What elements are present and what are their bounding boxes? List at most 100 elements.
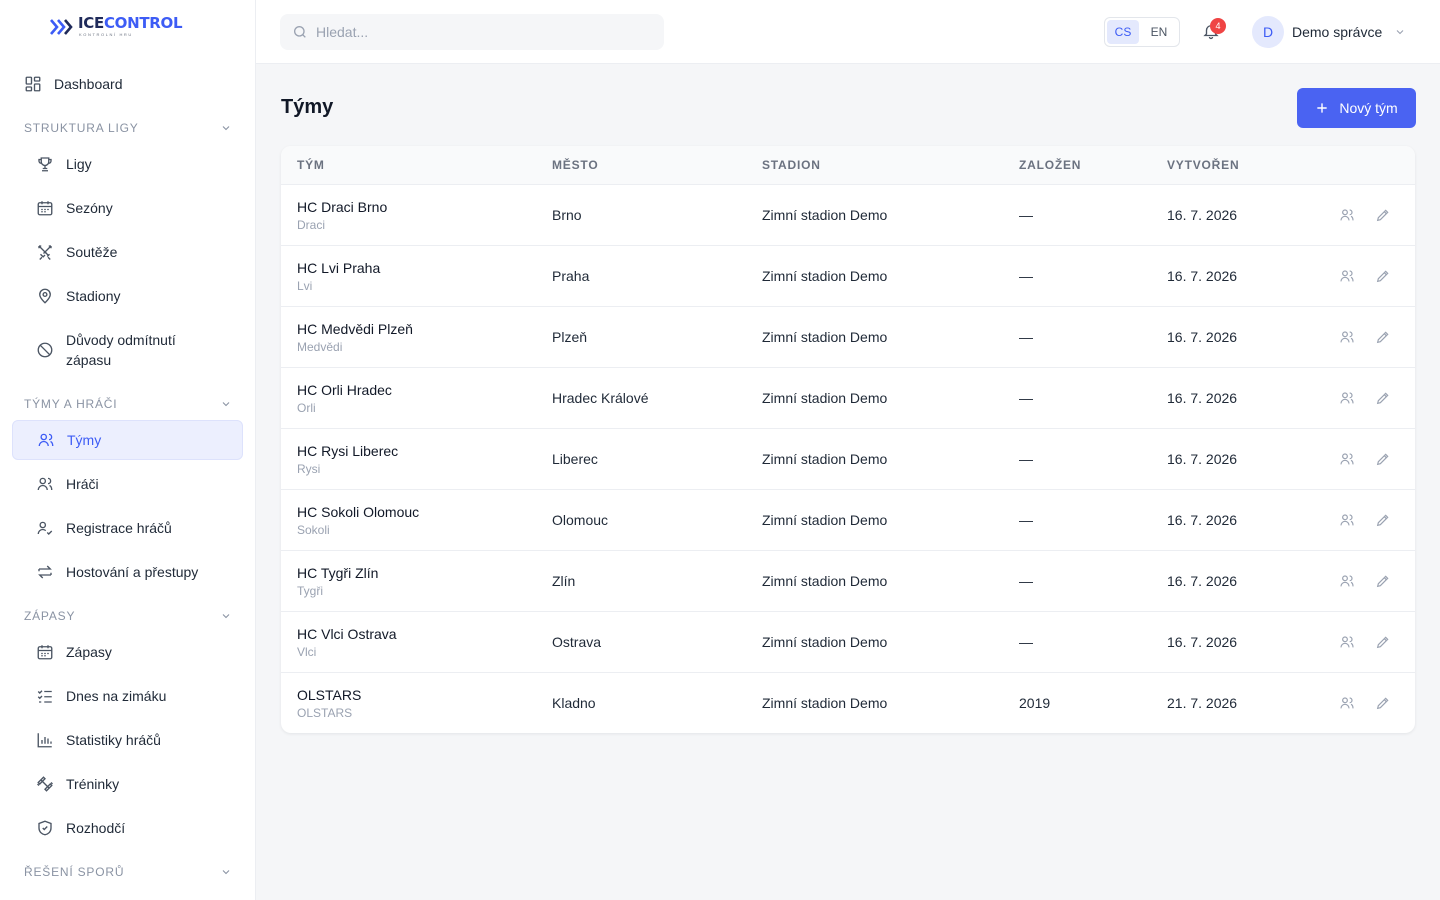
users-icon <box>1339 453 1355 470</box>
table-row[interactable]: HC Lvi Praha Lvi Praha Zimní stadion Demo — 1… <box>281 245 1415 306</box>
table-row[interactable]: HC Sokoli Olomouc Sokoli Olomouc Zimní stad… <box>281 489 1415 550</box>
roster-button[interactable] <box>1339 390 1355 406</box>
sidebar-item-duvody-odmitnuti[interactable]: Důvody odmítnutí zápasu <box>12 324 243 376</box>
team-name[interactable]: HC Orli Hradec <box>297 382 392 398</box>
section-tymy-a-hraci[interactable]: TÝMY A HRÁČI <box>24 394 232 414</box>
column-header-city[interactable]: MĚSTO <box>552 158 598 172</box>
team-name[interactable]: HC Sokoli Olomouc <box>297 504 419 520</box>
team-city: Zlín <box>552 573 576 589</box>
notification-badge: 4 <box>1210 18 1226 34</box>
team-short-name: Tygři <box>297 584 324 598</box>
table-row[interactable]: OLSTARS OLSTARS Kladno Zimní stadion Demo 20… <box>281 672 1415 733</box>
sidebar-item-zapasy[interactable]: Zápasy <box>12 632 243 672</box>
sidebar-item-label: Sezóny <box>66 200 113 216</box>
team-founded: — <box>1019 390 1033 406</box>
user-menu[interactable]: D Demo správce <box>1252 16 1406 48</box>
edit-button[interactable] <box>1375 390 1391 406</box>
edit-button[interactable] <box>1375 573 1391 589</box>
new-team-button[interactable]: Nový tým <box>1297 88 1416 128</box>
edit-button[interactable] <box>1375 451 1391 467</box>
search-input[interactable] <box>316 24 646 40</box>
section-struktura-ligy[interactable]: STRUKTURA LIGY <box>24 118 232 138</box>
roster-button[interactable] <box>1339 329 1355 345</box>
edit-button[interactable] <box>1375 207 1391 223</box>
edit-button[interactable] <box>1375 695 1391 711</box>
sidebar-item-dashboard[interactable]: Dashboard <box>12 64 243 104</box>
users-icon <box>1339 331 1355 348</box>
users-icon <box>1339 392 1355 409</box>
sidebar-item-dnes-na-zimaku[interactable]: Dnes na zimáku <box>12 676 243 716</box>
column-header-stadium[interactable]: STADION <box>762 158 821 172</box>
table-row[interactable]: HC Medvědi Plzeň Medvědi Plzeň Zimní stadio… <box>281 306 1415 367</box>
sidebar-item-hostovani[interactable]: Hostování a přestupy <box>12 552 243 592</box>
team-name[interactable]: HC Vlci Ostrava <box>297 626 397 642</box>
team-created: 21. 7. 2026 <box>1167 695 1238 711</box>
lang-option-cs[interactable]: CS <box>1107 20 1139 44</box>
section-zapasy[interactable]: ZÁPASY <box>24 606 232 626</box>
sidebar-item-stadiony[interactable]: Stadiony <box>12 276 243 316</box>
team-created: 16. 7. 2026 <box>1167 634 1238 650</box>
team-name[interactable]: HC Rysi Liberec <box>297 443 398 459</box>
table-row[interactable]: HC Rysi Liberec Rysi Liberec Zimní stadion … <box>281 428 1415 489</box>
user-name: Demo správce <box>1292 24 1383 40</box>
sidebar-item-sezony[interactable]: Sezóny <box>12 188 243 228</box>
team-name[interactable]: HC Draci Brno <box>297 199 387 215</box>
column-header-created[interactable]: VYTVOŘEN <box>1167 158 1239 172</box>
search-box[interactable] <box>280 14 664 50</box>
team-city: Hradec Králové <box>552 390 649 406</box>
logo-text-ice: ICE <box>78 14 104 32</box>
sidebar-item-hraci[interactable]: Hráči <box>12 464 243 504</box>
edit-button[interactable] <box>1375 268 1391 284</box>
chevron-down-icon <box>222 614 230 619</box>
team-stadium: Zimní stadion Demo <box>762 390 888 406</box>
chevron-down-icon <box>222 870 230 875</box>
section-reseni-sporu[interactable]: ŘEŠENÍ SPORŮ <box>24 862 232 882</box>
users-icon <box>1339 209 1355 226</box>
table-row[interactable]: HC Draci Brno Draci Brno Zimní stadion Demo… <box>281 184 1415 245</box>
lang-option-en[interactable]: EN <box>1143 20 1175 44</box>
sidebar-item-rozhodci[interactable]: Rozhodčí <box>12 808 243 848</box>
edit-button[interactable] <box>1375 329 1391 345</box>
column-header-team[interactable]: TÝM <box>297 158 325 172</box>
edit-button[interactable] <box>1375 512 1391 528</box>
team-name[interactable]: HC Tygři Zlín <box>297 565 378 581</box>
roster-button[interactable] <box>1339 573 1355 589</box>
sidebar-item-tymy[interactable]: Týmy <box>12 420 243 460</box>
team-city: Kladno <box>552 695 596 711</box>
shield-check-icon <box>36 819 54 837</box>
plus-icon <box>1317 103 1327 113</box>
sidebar-item-label: Rozhodčí <box>66 820 126 836</box>
pencil-icon <box>1375 270 1391 287</box>
team-name[interactable]: HC Lvi Praha <box>297 260 380 276</box>
roster-button[interactable] <box>1339 451 1355 467</box>
edit-button[interactable] <box>1375 634 1391 650</box>
roster-button[interactable] <box>1339 512 1355 528</box>
team-created: 16. 7. 2026 <box>1167 451 1238 467</box>
roster-button[interactable] <box>1339 268 1355 284</box>
roster-button[interactable] <box>1339 695 1355 711</box>
team-founded: — <box>1019 451 1033 467</box>
roster-button[interactable] <box>1339 207 1355 223</box>
team-name[interactable]: HC Medvědi Plzeň <box>297 321 413 337</box>
table-row[interactable]: HC Tygři Zlín Tygři Zlín Zimní stadion Demo… <box>281 550 1415 611</box>
sidebar-item-ligy[interactable]: Ligy <box>12 144 243 184</box>
team-short-name: Vlci <box>297 645 317 659</box>
users-icon <box>1339 697 1355 714</box>
team-founded: — <box>1019 573 1033 589</box>
logo[interactable]: ICECONTROL KONTROLNÍ HRU <box>50 14 183 37</box>
team-name[interactable]: OLSTARS <box>297 687 361 703</box>
sidebar-item-label: Zápasy <box>66 644 112 660</box>
column-header-founded[interactable]: ZALOŽEN <box>1019 158 1081 172</box>
sidebar-item-souteze[interactable]: Soutěže <box>12 232 243 272</box>
table-row[interactable]: HC Vlci Ostrava Vlci Ostrava Zimní stadion … <box>281 611 1415 672</box>
team-short-name: Orli <box>297 401 316 415</box>
roster-button[interactable] <box>1339 634 1355 650</box>
sidebar-item-registrace-hracu[interactable]: Registrace hráčů <box>12 508 243 548</box>
team-founded: — <box>1019 329 1033 345</box>
team-stadium: Zimní stadion Demo <box>762 512 888 528</box>
team-created: 16. 7. 2026 <box>1167 329 1238 345</box>
team-short-name: Medvědi <box>297 340 343 354</box>
sidebar-item-statistiky-hracu[interactable]: Statistiky hráčů <box>12 720 243 760</box>
table-row[interactable]: HC Orli Hradec Orli Hradec Králové Zimní st… <box>281 367 1415 428</box>
sidebar-item-treninky[interactable]: Tréninky <box>12 764 243 804</box>
